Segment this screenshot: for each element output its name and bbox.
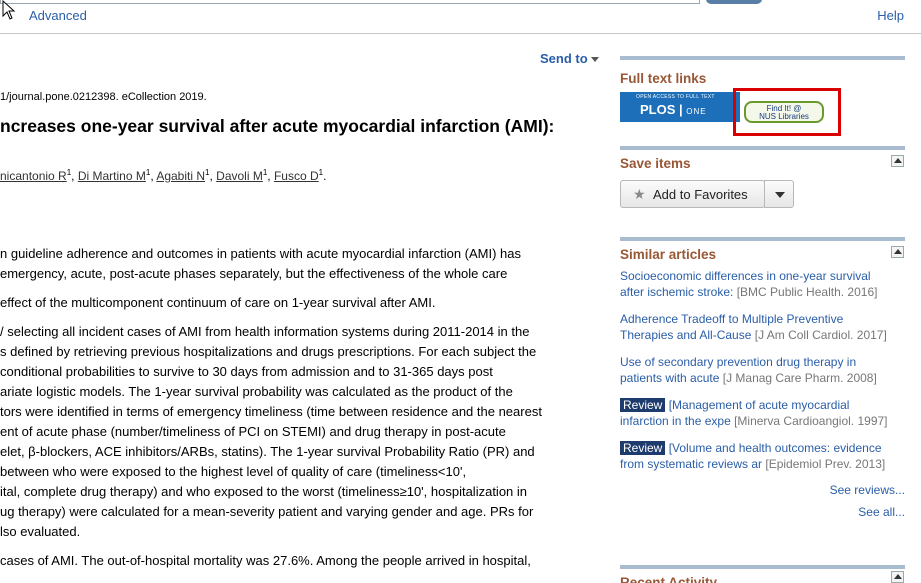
collapse-icon[interactable]	[891, 246, 904, 258]
similar-article-link[interactable]: [Management of acute myocardial	[665, 398, 850, 412]
abstract-paragraph: effect of the multicomponent continuum o…	[0, 293, 600, 313]
similar-article-item[interactable]: Review [Management of acute myocardial in…	[620, 397, 905, 429]
abstract-line: ent of acute phase (number/timeliness of…	[0, 424, 506, 439]
similar-articles-list: Socioeconomic differences in one-year su…	[620, 268, 905, 527]
collapse-icon[interactable]	[891, 155, 904, 167]
help-link[interactable]: Help	[877, 8, 904, 23]
similar-article-item[interactable]: Adherence Tradeoff to Multiple Preventiv…	[620, 311, 905, 343]
search-button[interactable]	[706, 0, 762, 4]
citation: 1/journal.pone.0212398. eCollection 2019…	[0, 91, 207, 103]
star-icon: ★	[633, 186, 646, 202]
caret-down-icon	[590, 57, 599, 63]
abstract-paragraph: / selecting all incident cases of AMI fr…	[0, 322, 600, 542]
author-link[interactable]: Davoli M	[216, 169, 263, 183]
review-badge: Review	[620, 398, 666, 412]
author-link[interactable]: Agabiti N	[156, 169, 205, 183]
findit-line2: NUS Libraries	[759, 112, 809, 121]
similar-article-item[interactable]: Socioeconomic differences in one-year su…	[620, 268, 905, 300]
similar-article-line1: Review [Volume and health outcomes: evid…	[620, 440, 905, 456]
similar-article-source: [Minerva Cardioangiol. 1997]	[730, 414, 888, 428]
similar-article-source: [J Am Coll Cardiol. 2017]	[751, 328, 887, 342]
similar-article-source: [BMC Public Health. 2016]	[733, 285, 878, 299]
abstract-line: cases of AMI. The out-of-hospital mortal…	[0, 553, 531, 568]
similar-article-line2: from systematic reviews ar [Epidemiol Pr…	[620, 456, 905, 472]
similar-article-line2: patients with acute [J Manag Care Pharm.…	[620, 370, 905, 386]
abstract-line: lso evaluated.	[0, 524, 81, 539]
save-items-title: Save items	[620, 156, 691, 171]
top-bar: Advanced Help	[0, 0, 921, 34]
section-divider	[620, 56, 905, 60]
recent-activity-title: Recent Activity	[620, 575, 718, 583]
plos-logo-suffix: ONE	[686, 107, 707, 116]
author-list: nicantonio R1, Di Martino M1, Agabiti N1…	[0, 168, 326, 183]
similar-article-link[interactable]: Use of secondary prevention drug therapy…	[620, 355, 856, 369]
similar-article-link[interactable]: Socioeconomic differences in one-year su…	[620, 269, 871, 283]
article-title: ncreases one-year survival after acute m…	[0, 116, 555, 136]
abstract-paragraph: cases of AMI. The out-of-hospital mortal…	[0, 551, 600, 571]
favorites-dropdown-button[interactable]	[764, 180, 794, 208]
plos-logo-text: PLOS	[640, 102, 676, 117]
plos-tagline: OPEN ACCESS TO FULL TEXT	[636, 94, 715, 100]
abstract-line: elet, β-blockers, ACE inhibitors/ARBs, s…	[0, 444, 535, 459]
similar-article-source: [J Manag Care Pharm. 2008]	[719, 371, 877, 385]
plos-one-link[interactable]: OPEN ACCESS TO FULL TEXT PLOS | ONE	[620, 92, 740, 122]
find-it-nus-libraries-link[interactable]: Find It! @ NUS Libraries	[744, 101, 824, 123]
abstract-line: n guideline adherence and outcomes in pa…	[0, 246, 522, 261]
similar-article-link[interactable]: patients with acute	[620, 371, 719, 385]
similar-article-line2: after ischemic stroke: [BMC Public Healt…	[620, 284, 905, 300]
similar-articles-title: Similar articles	[620, 247, 717, 262]
similar-article-line1: Socioeconomic differences in one-year su…	[620, 268, 905, 284]
similar-article-line2: infarction in the expe [Minerva Cardioan…	[620, 413, 905, 429]
review-badge: Review	[620, 441, 666, 455]
author-separator: .	[323, 169, 327, 183]
abstract-line: between who were exposed to the highest …	[0, 464, 467, 479]
similar-article-link[interactable]: after ischemic stroke:	[620, 285, 733, 299]
similar-article-line1: Adherence Tradeoff to Multiple Preventiv…	[620, 311, 905, 327]
similar-article-link[interactable]: Adherence Tradeoff to Multiple Preventiv…	[620, 312, 843, 326]
abstract-line: ariate logistic models. The 1-year survi…	[0, 384, 513, 399]
abstract-line: conditional probabilities to survive to …	[0, 364, 493, 379]
send-to-label: Send to	[540, 51, 588, 66]
section-divider	[620, 146, 905, 150]
similar-article-line2: Therapies and All-Cause [J Am Coll Cardi…	[620, 327, 905, 343]
abstract-paragraph: n guideline adherence and outcomes in pa…	[0, 244, 600, 284]
abstract-line: tors were identified in terms of emergen…	[0, 404, 542, 419]
author-link[interactable]: Fusco D	[274, 169, 319, 183]
collapse-icon[interactable]	[891, 571, 904, 583]
add-to-favorites-label: Add to Favorites	[653, 187, 748, 202]
section-divider	[620, 237, 905, 241]
abstract-line: emergency, acute, post-acute phases sepa…	[0, 266, 508, 281]
article-panel: Send to 1/journal.pone.0212398. eCollect…	[0, 34, 600, 583]
similar-article-line1: Use of secondary prevention drug therapy…	[620, 354, 905, 370]
see-all-link[interactable]: See all...	[620, 505, 905, 519]
abstract-line: s defined by retrieving previous hospita…	[0, 344, 537, 359]
abstract-line: ug therapy) were calculated for a mean-s…	[0, 504, 534, 519]
add-to-favorites-button[interactable]: ★ Add to Favorites	[620, 180, 765, 208]
author-link[interactable]: Di Martino M	[78, 169, 146, 183]
similar-article-line1: Review [Management of acute myocardial	[620, 397, 905, 413]
similar-article-link[interactable]: infarction in the expe	[620, 414, 731, 428]
author-separator: ,	[71, 169, 78, 183]
send-to-menu[interactable]: Send to	[540, 51, 599, 66]
similar-article-source: [Epidemiol Prev. 2013]	[762, 457, 886, 471]
section-divider	[620, 565, 905, 569]
see-reviews-link[interactable]: See reviews...	[620, 483, 905, 497]
right-sidebar: Full text links OPEN ACCESS TO FULL TEXT…	[620, 34, 905, 583]
author-separator: ,	[267, 169, 274, 183]
author-link[interactable]: nicantonio R	[0, 169, 67, 183]
similar-article-item[interactable]: Use of secondary prevention drug therapy…	[620, 354, 905, 386]
abstract: n guideline adherence and outcomes in pa…	[0, 244, 600, 580]
search-input[interactable]	[0, 0, 700, 4]
similar-article-link[interactable]: Therapies and All-Cause	[620, 328, 751, 342]
abstract-line: ital, complete drug therapy) and who exp…	[0, 484, 528, 499]
similar-article-item[interactable]: Review [Volume and health outcomes: evid…	[620, 440, 905, 472]
full-text-links-title: Full text links	[620, 71, 707, 86]
abstract-line: effect of the multicomponent continuum o…	[0, 295, 436, 310]
plos-logo: PLOS | ONE	[640, 102, 707, 117]
advanced-search-link[interactable]: Advanced	[29, 8, 87, 23]
mouse-cursor-icon	[2, 0, 16, 20]
similar-article-link[interactable]: [Volume and health outcomes: evidence	[665, 441, 882, 455]
abstract-line: / selecting all incident cases of AMI fr…	[0, 324, 530, 339]
similar-article-link[interactable]: from systematic reviews ar	[620, 457, 762, 471]
